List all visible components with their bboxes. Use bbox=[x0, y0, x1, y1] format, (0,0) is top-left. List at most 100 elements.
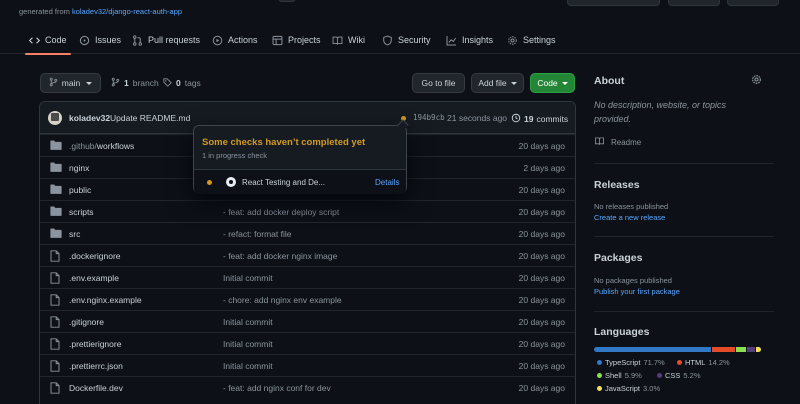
go-to-file-button[interactable]: Go to file bbox=[412, 73, 465, 93]
file-commit-message[interactable]: - refact: format file bbox=[223, 229, 292, 239]
play-icon bbox=[212, 35, 223, 46]
divider bbox=[594, 163, 774, 164]
tab-projects[interactable]: Projects bbox=[272, 26, 321, 54]
packages-link-wrap: Publish your first package bbox=[594, 286, 774, 296]
code-button-label: Code bbox=[537, 78, 558, 88]
repo-name-fragment[interactable] bbox=[178, 0, 208, 3]
file-name[interactable]: .prettierignore bbox=[69, 339, 121, 349]
file-name-text: src bbox=[69, 229, 81, 239]
repo-header: generated from koladev32/django-react-au… bbox=[0, 0, 800, 22]
commit-message[interactable]: Update README.md bbox=[110, 113, 190, 123]
file-name[interactable]: src bbox=[69, 229, 80, 239]
file-commit-age: 20 days ago bbox=[518, 229, 565, 239]
file-icon bbox=[50, 250, 62, 262]
commit-hash[interactable]: 194b9cb bbox=[413, 113, 445, 122]
template-repo-link[interactable]: koladev32/django-react-auth-app bbox=[72, 7, 182, 16]
about-section: About bbox=[594, 75, 774, 87]
readme-link[interactable]: Readme bbox=[594, 136, 774, 148]
commits-link[interactable]: 19 commits bbox=[511, 113, 568, 125]
file-name-text: .dockerignore bbox=[69, 251, 121, 261]
file-row[interactable]: Dockerfile.dev - feat: add nginx conf for… bbox=[40, 376, 575, 398]
file-commit-age: 20 days ago bbox=[518, 141, 565, 151]
gear-icon bbox=[507, 35, 518, 46]
file-name[interactable]: .dockerignore bbox=[69, 251, 121, 261]
tab-security[interactable]: Security bbox=[382, 26, 431, 54]
tab-label: Security bbox=[398, 35, 431, 45]
file-name[interactable]: .gitignore bbox=[69, 317, 104, 327]
tab-settings[interactable]: Settings bbox=[507, 26, 556, 54]
file-name[interactable]: .env.example bbox=[69, 273, 119, 283]
file-row[interactable]: .prettierignore Initial commit 20 days ago bbox=[40, 332, 575, 354]
language-bar-segment bbox=[594, 347, 711, 352]
check-name: React Testing and De... bbox=[242, 178, 326, 187]
file-commit-age: 20 days ago bbox=[518, 251, 565, 261]
language-item[interactable]: JavaScript 3.0% bbox=[597, 384, 660, 393]
tab-issues[interactable]: Issues bbox=[79, 26, 121, 54]
generated-from: generated from koladev32/django-react-au… bbox=[19, 7, 182, 16]
packages-title[interactable]: Packages bbox=[594, 252, 774, 264]
file-row[interactable]: src - refact: format file 20 days ago bbox=[40, 222, 575, 244]
watch-button[interactable] bbox=[567, 0, 660, 6]
language-item[interactable]: Shell 5.9% bbox=[597, 371, 642, 380]
releases-title[interactable]: Releases bbox=[594, 179, 774, 191]
branches-link[interactable]: 1 branch bbox=[111, 77, 159, 89]
language-bar-segment bbox=[756, 347, 761, 352]
file-name[interactable]: public bbox=[69, 185, 91, 195]
tab-wiki[interactable]: Wiki bbox=[332, 26, 365, 54]
file-commit-message[interactable]: - feat: add docker deploy script bbox=[223, 207, 339, 217]
branch-select[interactable]: main bbox=[40, 73, 101, 93]
file-commit-age: 20 days ago bbox=[518, 273, 565, 283]
file-path-prefix: .github/ bbox=[69, 141, 97, 151]
file-name[interactable]: .prettierrc.json bbox=[69, 361, 123, 371]
releases-empty-wrap: No releases published bbox=[594, 202, 774, 211]
tab-insights[interactable]: Insights bbox=[446, 26, 493, 54]
file-name[interactable]: .github/workflows bbox=[69, 141, 134, 151]
file-name[interactable]: Dockerfile.dev bbox=[69, 383, 123, 393]
language-item[interactable]: CSS 5.2% bbox=[657, 371, 701, 380]
file-icon bbox=[50, 382, 62, 394]
tab-label: Issues bbox=[95, 35, 122, 45]
code-button[interactable]: Code bbox=[530, 73, 575, 93]
file-row[interactable]: .prettierrc.json Initial commit 20 days ag… bbox=[40, 354, 575, 376]
create-release-link[interactable]: Create a new release bbox=[594, 213, 665, 222]
file-commit-age: 20 days ago bbox=[518, 361, 565, 371]
tab-pull-requests[interactable]: Pull requests bbox=[132, 26, 200, 54]
avatar[interactable] bbox=[48, 111, 62, 125]
file-row[interactable]: .env.example Initial commit 20 days ago bbox=[40, 266, 575, 288]
book-icon bbox=[332, 35, 343, 46]
file-commit-message[interactable]: Initial commit bbox=[223, 361, 273, 371]
file-row[interactable]: scripts - feat: add docker deploy script 2… bbox=[40, 200, 575, 222]
file-name[interactable]: .env.nginx.example bbox=[69, 295, 142, 305]
file-name[interactable]: nginx bbox=[69, 163, 89, 173]
folder-icon bbox=[50, 162, 62, 173]
language-item[interactable]: HTML 14.2% bbox=[677, 358, 730, 367]
language-item[interactable]: TypeScript 71.7% bbox=[597, 358, 665, 367]
tab-actions[interactable]: Actions bbox=[212, 26, 258, 54]
file-name-text: public bbox=[69, 185, 92, 195]
file-commit-message[interactable]: - feat: add docker nginx image bbox=[223, 251, 337, 261]
file-commit-message[interactable]: - feat: add nginx conf for dev bbox=[223, 383, 331, 393]
gear-icon[interactable] bbox=[751, 74, 762, 85]
file-commit-message[interactable]: Initial commit bbox=[223, 317, 273, 327]
commit-author[interactable]: koladev32 bbox=[69, 113, 110, 123]
file-row[interactable]: .gitignore Initial commit 20 days ago bbox=[40, 310, 575, 332]
language-name: HTML bbox=[685, 358, 706, 367]
tags-label: tags bbox=[184, 78, 201, 88]
pull-request-icon bbox=[132, 34, 143, 46]
file-commit-message[interactable]: Initial commit bbox=[223, 339, 273, 349]
tags-link[interactable]: 0 tags bbox=[163, 77, 201, 89]
file-row[interactable]: .dockerignore - feat: add docker nginx im… bbox=[40, 244, 575, 266]
star-button[interactable] bbox=[727, 0, 779, 6]
publish-package-link[interactable]: Publish your first package bbox=[594, 287, 680, 296]
issue-icon bbox=[79, 35, 90, 46]
add-file-button[interactable]: Add file bbox=[471, 73, 524, 93]
check-details-link[interactable]: Details bbox=[375, 178, 399, 187]
file-commit-age: 20 days ago bbox=[518, 185, 565, 195]
packages-title-wrap: Packages bbox=[594, 252, 774, 264]
fork-button[interactable] bbox=[668, 0, 720, 6]
file-commit-message[interactable]: Initial commit bbox=[223, 273, 273, 283]
file-name[interactable]: scripts bbox=[69, 207, 94, 217]
tab-code[interactable]: Code bbox=[25, 26, 70, 55]
file-row[interactable]: .env.nginx.example - chore: add nginx env… bbox=[40, 288, 575, 310]
file-commit-message[interactable]: - chore: add nginx env example bbox=[223, 295, 342, 305]
